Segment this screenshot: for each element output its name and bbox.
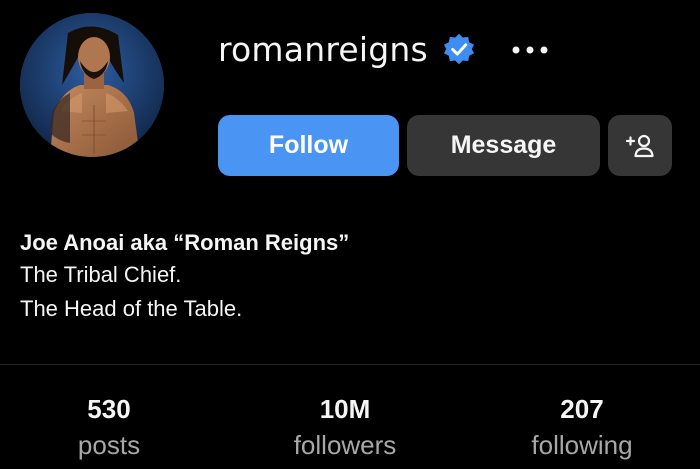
bio-full-name: Joe Anoai aka “Roman Reigns” xyxy=(20,230,350,255)
stats-divider xyxy=(0,364,700,365)
stat-followers[interactable]: 10M followers xyxy=(245,392,445,464)
profile-header: romanreigns Follow Message Joe Anoai aka… xyxy=(0,0,700,469)
stat-posts-value: 530 xyxy=(87,394,131,424)
more-options-icon[interactable] xyxy=(506,30,554,70)
stat-followers-value: 10M xyxy=(319,394,371,424)
follow-button[interactable]: Follow xyxy=(218,115,399,176)
bio-section: Joe Anoai aka “Roman Reigns” The Tribal … xyxy=(20,228,349,326)
avatar-image xyxy=(20,13,164,157)
stat-following-value: 207 xyxy=(560,394,604,424)
stat-posts[interactable]: 530 posts xyxy=(9,392,209,464)
username: romanreigns xyxy=(218,29,428,69)
message-button[interactable]: Message xyxy=(407,115,600,176)
suggested-accounts-button[interactable] xyxy=(608,115,672,176)
stat-followers-label: followers xyxy=(293,430,397,460)
bio-line: The Head of the Table. xyxy=(20,296,243,321)
verified-badge-icon xyxy=(442,32,476,66)
username-row: romanreigns xyxy=(218,26,476,72)
stat-following[interactable]: 207 following xyxy=(482,392,682,464)
bio-line: The Tribal Chief. xyxy=(20,262,182,287)
profile-avatar[interactable] xyxy=(20,13,164,157)
stat-posts-label: posts xyxy=(77,430,141,460)
add-person-icon xyxy=(625,134,654,157)
stat-following-label: following xyxy=(531,430,633,460)
